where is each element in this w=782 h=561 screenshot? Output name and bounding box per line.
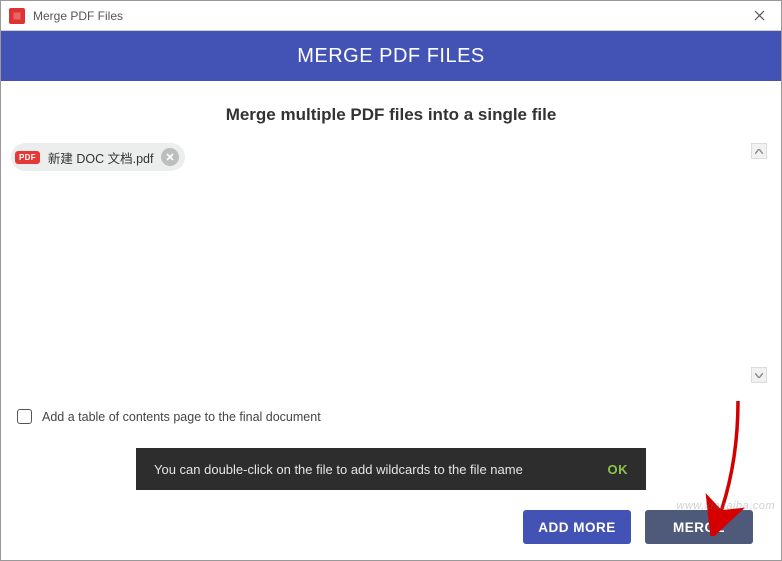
toc-checkbox[interactable] — [17, 409, 32, 424]
merge-button[interactable]: MERGE — [645, 510, 753, 544]
file-list-area: PDF 新建 DOC 文档.pdf — [11, 143, 771, 403]
window-title: Merge PDF Files — [33, 9, 737, 23]
merge-pdf-window: Merge PDF Files MERGE PDF FILES Merge mu… — [0, 0, 782, 561]
remove-file-button[interactable] — [161, 148, 179, 166]
toc-label: Add a table of contents page to the fina… — [42, 410, 321, 424]
footer-buttons: ADD MORE MERGE — [11, 490, 771, 560]
page-header-title: MERGE PDF FILES — [297, 45, 485, 68]
page-subtitle: Merge multiple PDF files into a single f… — [11, 105, 771, 125]
window-close-button[interactable] — [737, 1, 781, 31]
file-name: 新建 DOC 文档.pdf — [48, 148, 154, 167]
page-header: MERGE PDF FILES — [1, 31, 781, 81]
scroll-down-button[interactable] — [751, 367, 767, 383]
content-area: Merge multiple PDF files into a single f… — [1, 81, 781, 560]
toc-option-row: Add a table of contents page to the fina… — [11, 403, 771, 430]
toast-ok-button[interactable]: OK — [608, 462, 629, 477]
file-chip[interactable]: PDF 新建 DOC 文档.pdf — [11, 143, 185, 171]
add-more-button[interactable]: ADD MORE — [523, 510, 631, 544]
app-icon — [9, 8, 25, 24]
pdf-badge-icon: PDF — [15, 151, 40, 164]
toast-message: You can double-click on the file to add … — [154, 462, 523, 477]
titlebar: Merge PDF Files — [1, 1, 781, 31]
scroll-up-button[interactable] — [751, 143, 767, 159]
hint-toast: You can double-click on the file to add … — [136, 448, 646, 490]
